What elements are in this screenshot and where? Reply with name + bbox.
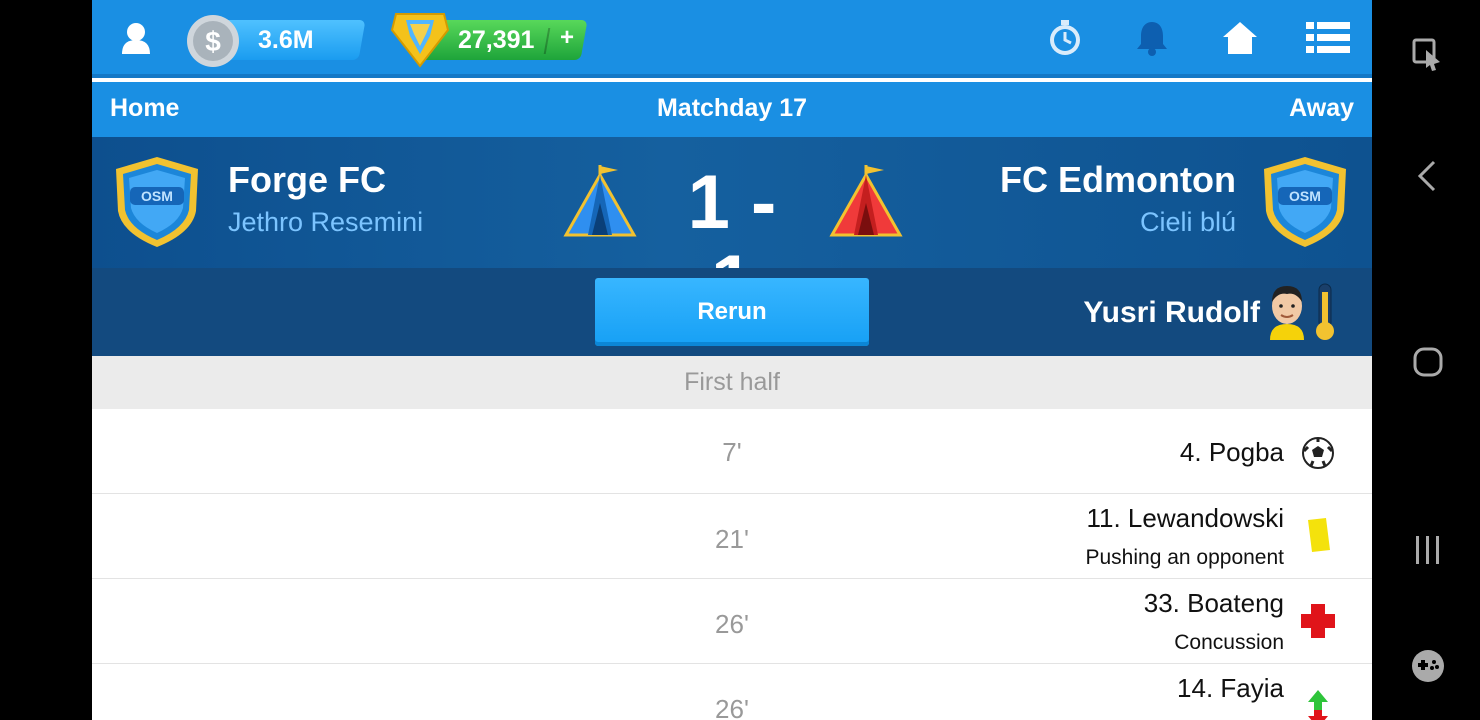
away-team-name[interactable]: FC Edmonton	[1000, 159, 1236, 201]
away-label: Away	[1289, 94, 1354, 122]
stopwatch-icon[interactable]	[1042, 16, 1088, 60]
coin-icon: $	[186, 14, 240, 73]
event-row[interactable]: 21' 11. Lewandowski Pushing an opponent	[92, 494, 1372, 579]
goal-ball-icon	[1298, 433, 1338, 473]
home-icon[interactable]	[1217, 16, 1263, 60]
home-tent-icon	[560, 163, 640, 239]
substitution-arrows-icon	[1298, 688, 1338, 720]
matchday-label: Matchday 17	[656, 94, 808, 122]
screen-pin-icon[interactable]	[1408, 34, 1448, 74]
away-tent-icon	[826, 163, 906, 239]
event-minute: 26'	[715, 694, 749, 720]
away-manager-name[interactable]: Cieli blú	[1140, 207, 1236, 238]
gem-icon	[390, 10, 450, 73]
add-gems-button[interactable]: +	[560, 24, 574, 52]
event-row[interactable]: 26' 33. Boateng Concussion	[92, 579, 1372, 664]
home-crest-icon[interactable]: OSM	[112, 155, 202, 249]
scoreboard: OSM Forge FC Jethro Resemini 1 - 1	[92, 137, 1372, 323]
bell-icon[interactable]	[1129, 16, 1175, 60]
android-nav-bar	[1372, 0, 1480, 720]
match-subheader: Home Matchday 17 Away	[92, 82, 1372, 137]
rerun-button[interactable]: Rerun	[595, 278, 869, 346]
section-header: First half	[92, 356, 1372, 409]
event-row[interactable]: 7' 4. Pogba	[92, 409, 1372, 494]
home-crest-text: OSM	[141, 188, 173, 204]
back-chevron-icon[interactable]	[1408, 156, 1448, 196]
home-circle-icon[interactable]	[1408, 342, 1448, 382]
event-minute: 26'	[715, 609, 749, 639]
yellow-card-icon	[1298, 516, 1338, 556]
event-player: 33. Boateng	[1143, 588, 1284, 618]
away-crest-text: OSM	[1289, 188, 1321, 204]
coin-balance[interactable]: $ 3.6M	[186, 12, 366, 68]
event-player: 11. Lewandowski	[1086, 503, 1284, 533]
recent-apps-icon[interactable]	[1408, 530, 1448, 570]
star-player-name[interactable]: Yusri Rudolf	[1083, 296, 1260, 330]
action-bar: Rerun Yusri Rudolf	[92, 268, 1372, 356]
home-team-name[interactable]: Forge FC	[228, 159, 386, 201]
away-crest-icon[interactable]: OSM	[1260, 155, 1350, 249]
gamepad-icon[interactable]	[1408, 646, 1448, 686]
event-minute: 7'	[722, 437, 742, 467]
event-player: 4. Pogba	[1179, 437, 1284, 467]
event-player: 14. Fayia	[1177, 673, 1284, 703]
gem-balance[interactable]: 27,391 +	[390, 10, 590, 68]
player-avatar-icon[interactable]	[1266, 282, 1308, 340]
top-bar: $ 3.6M 27,391 +	[92, 0, 1372, 78]
home-manager-name[interactable]: Jethro Resemini	[228, 207, 423, 238]
profile-icon[interactable]	[118, 20, 154, 56]
form-thermometer-icon	[1312, 282, 1338, 342]
svg-text:$: $	[205, 26, 221, 57]
event-list: 7' 4. Pogba 21' 11. Lewandowski Pushing …	[92, 409, 1372, 720]
event-detail: Pushing an opponent	[1085, 546, 1284, 569]
app-screen: $ 3.6M 27,391 + Home Matchday 17 Away OS…	[92, 0, 1372, 720]
injury-cross-icon	[1298, 601, 1338, 641]
gem-value: 27,391	[458, 26, 535, 54]
event-minute: 21'	[715, 524, 749, 554]
event-row[interactable]: 26' 14. Fayia	[92, 664, 1372, 720]
menu-icon[interactable]	[1305, 16, 1351, 60]
coin-value: 3.6M	[258, 26, 314, 54]
event-detail: Concussion	[1174, 631, 1284, 654]
